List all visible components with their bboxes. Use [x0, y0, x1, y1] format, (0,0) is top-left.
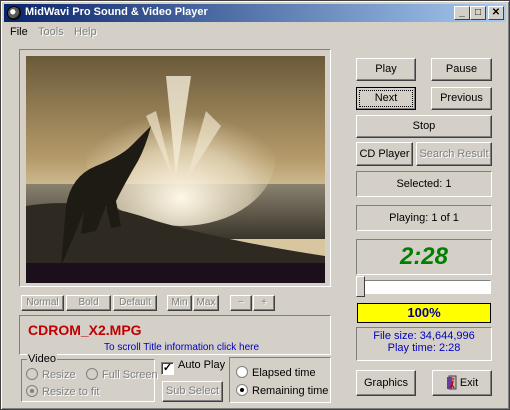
play-time-label: Play time: 2:28	[387, 342, 461, 354]
time-display: 2:28	[356, 239, 492, 275]
sub-select-button[interactable]: Sub Select	[162, 381, 223, 402]
remaining-time-radio[interactable]: Remaining time	[236, 384, 328, 397]
remaining-time-label: Remaining time	[252, 385, 329, 397]
file-info-panel: File size: 34,644,996 Play time: 2:28	[356, 327, 492, 361]
video-display[interactable]	[26, 56, 325, 283]
elapsed-time-radio-button[interactable]	[236, 366, 248, 378]
video-frame	[19, 49, 331, 287]
scroll-title-hint[interactable]: To scroll Title information click here	[104, 342, 259, 353]
min-button[interactable]: Min	[167, 295, 192, 311]
selected-count: Selected: 1	[396, 178, 452, 190]
file-size-label: File size: 34,644,996	[373, 330, 475, 342]
video-group-caption: Video	[27, 353, 57, 365]
exit-door-icon	[447, 375, 457, 390]
normal-button[interactable]: Normal	[21, 295, 64, 311]
graphics-button[interactable]: Graphics	[356, 370, 416, 396]
volume-progress: 100%	[357, 303, 491, 323]
resize-to-fit-radio[interactable]: Resize to fit	[26, 385, 99, 398]
player-window: MidWavi Pro Sound & Video Player _ □ ✕ F…	[0, 0, 510, 410]
pause-button[interactable]: Pause	[431, 58, 492, 81]
playing-count: Playing: 1 of 1	[389, 212, 459, 224]
max-button[interactable]: Max	[193, 295, 219, 311]
next-button[interactable]: Next	[356, 87, 416, 110]
exit-button[interactable]: Exit	[432, 370, 492, 396]
minus-button[interactable]: −	[230, 295, 252, 311]
volume-percent: 100%	[407, 305, 441, 320]
video-group: Video Resize Full Screen Resize to fit	[21, 353, 158, 402]
app-disc-icon	[7, 6, 21, 20]
menu-help[interactable]: Help	[74, 26, 97, 38]
auto-play-check[interactable]: ✓	[161, 362, 174, 375]
time-readout: 2:28	[399, 243, 449, 270]
resize-to-fit-label: Resize to fit	[42, 386, 100, 398]
elapsed-time-radio[interactable]: Elapsed time	[236, 366, 316, 379]
selected-status: Selected: 1	[356, 171, 492, 197]
elapsed-time-label: Elapsed time	[252, 367, 316, 379]
cd-player-button[interactable]: CD Player	[356, 142, 413, 166]
default-button[interactable]: Default	[113, 295, 157, 311]
search-result-button[interactable]: Search Result	[416, 142, 492, 166]
auto-play-checkbox[interactable]: ✓ Auto Play	[161, 359, 225, 375]
bold-button[interactable]: Bold	[66, 295, 111, 311]
exit-label: Exit	[459, 377, 479, 389]
close-button[interactable]: ✕	[488, 6, 504, 20]
window-title: MidWavi Pro Sound & Video Player	[25, 6, 208, 18]
full-screen-radio[interactable]: Full Screen	[86, 368, 158, 381]
position-slider-thumb[interactable]	[356, 276, 365, 297]
auto-play-label: Auto Play	[178, 359, 226, 371]
previous-button[interactable]: Previous	[431, 87, 492, 110]
play-button[interactable]: Play	[356, 58, 416, 81]
maximize-button[interactable]: □	[470, 6, 486, 20]
full-screen-radio-button[interactable]	[86, 368, 98, 380]
playing-status: Playing: 1 of 1	[356, 205, 492, 231]
full-screen-label: Full Screen	[102, 369, 158, 381]
resize-radio-button[interactable]	[26, 368, 38, 380]
plus-button[interactable]: +	[253, 295, 275, 311]
resize-label: Resize	[42, 369, 76, 381]
menu-file[interactable]: File	[10, 26, 28, 38]
stop-button[interactable]: Stop	[356, 115, 492, 138]
minimize-button[interactable]: _	[454, 6, 470, 20]
resize-to-fit-radio-button[interactable]	[26, 385, 38, 397]
time-mode-group: Elapsed time Remaining time	[229, 357, 331, 403]
resize-radio[interactable]: Resize	[26, 368, 76, 381]
remaining-time-radio-button[interactable]	[236, 384, 248, 396]
position-slider-track[interactable]	[357, 280, 491, 294]
title-info-panel[interactable]: CDROM_X2.MPG To scroll Title information…	[19, 315, 331, 355]
title-bar[interactable]: MidWavi Pro Sound & Video Player _ □ ✕	[4, 4, 506, 22]
menu-tools[interactable]: Tools	[38, 26, 64, 38]
video-frame-image	[26, 56, 325, 283]
filename-label: CDROM_X2.MPG	[28, 322, 142, 338]
menu-bar: File Tools Help	[4, 23, 506, 41]
